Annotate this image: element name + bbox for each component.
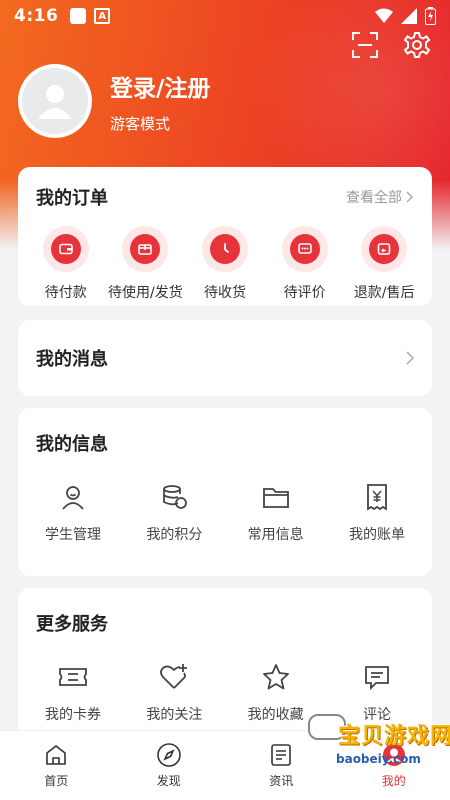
wifi-icon: [375, 8, 393, 23]
battery-icon: [425, 7, 436, 25]
wallet-icon: [58, 243, 73, 255]
tab-label: 资讯: [269, 774, 294, 788]
order-label: 待使用/发货: [108, 285, 183, 301]
grid-label: 我的收藏: [247, 707, 304, 723]
order-label: 待付款: [44, 285, 87, 301]
ticket-icon: [59, 668, 87, 686]
tab-label: 首页: [44, 774, 69, 788]
common-info-item[interactable]: 常用信息: [231, 480, 321, 544]
login-register-link[interactable]: 登录/注册: [110, 69, 210, 103]
return-icon: [377, 243, 391, 255]
home-icon: [46, 744, 67, 765]
folder-icon: [262, 488, 289, 508]
site-watermark: 宝贝游戏网 baobeiy.com: [302, 712, 450, 784]
signal-icon: [401, 8, 417, 24]
grid-label: 常用信息: [247, 527, 304, 543]
review-icon: [365, 666, 389, 691]
chevron-right-icon: [406, 191, 414, 203]
star-icon: [262, 664, 289, 690]
status-time: 4:16: [14, 6, 59, 26]
compass-icon: [156, 743, 181, 767]
grid-label: 我的关注: [146, 707, 203, 723]
grid-label: 我的积分: [146, 527, 203, 543]
notification-icon: [70, 8, 87, 24]
orders-card: 我的订单 查看全部 待付款 待使用/发货 待收货 待评价 退款/售后: [18, 167, 432, 306]
tab-discover[interactable]: 发现: [113, 731, 226, 800]
info-card: 我的信息 学生管理 我的积分 常用信息 我的账单: [18, 408, 432, 576]
order-pending-use[interactable]: 待使用/发货: [106, 226, 186, 302]
student-icon: [62, 486, 84, 510]
grid-label: 我的卡券: [45, 707, 101, 723]
my-bill-item[interactable]: 我的账单: [332, 480, 422, 544]
watermark-text: 宝贝游戏网: [338, 724, 450, 749]
gear-icon: [403, 32, 431, 58]
order-pending-review[interactable]: 待评价: [265, 226, 345, 302]
order-label: 待收货: [203, 285, 246, 301]
view-all-label: 查看全部: [346, 190, 402, 206]
my-points-item[interactable]: 我的积分: [129, 480, 219, 544]
order-refund[interactable]: 退款/售后: [344, 226, 424, 302]
default-avatar-icon: [38, 85, 72, 119]
clock-icon: [224, 243, 229, 253]
app-notification-icon: A: [94, 8, 111, 24]
scan-icon: [352, 32, 378, 58]
news-icon: [271, 744, 292, 766]
chevron-right-icon: [406, 351, 414, 365]
student-management-item[interactable]: 学生管理: [28, 480, 118, 544]
tab-home[interactable]: 首页: [0, 731, 113, 800]
messages-row[interactable]: 我的消息: [18, 320, 432, 396]
messages-title: 我的消息: [36, 349, 108, 370]
grid-label: 学生管理: [45, 527, 101, 543]
box-icon: [138, 244, 153, 255]
heart-plus-icon: [160, 664, 188, 689]
more-services-title: 更多服务: [36, 614, 108, 635]
tab-label: 发现: [156, 774, 181, 788]
watermark-url: baobeiy.com: [336, 752, 421, 766]
order-pending-receipt[interactable]: 待收货: [185, 226, 265, 302]
coins-icon: [163, 485, 188, 509]
avatar[interactable]: [18, 64, 92, 138]
guest-mode-label: 游客模式: [110, 114, 171, 133]
my-coupons-item[interactable]: 我的卡券: [28, 660, 118, 724]
settings-button[interactable]: [402, 30, 432, 60]
profile-section[interactable]: 登录/注册 游客模式: [18, 64, 210, 138]
scan-button[interactable]: [350, 30, 380, 60]
bill-icon: [367, 484, 387, 511]
orders-title: 我的订单: [36, 188, 108, 209]
order-label: 待评价: [283, 285, 326, 301]
my-follows-item[interactable]: 我的关注: [129, 660, 219, 724]
order-label: 退款/售后: [353, 285, 415, 301]
comment-icon: [297, 243, 312, 254]
view-all-orders-link[interactable]: 查看全部: [346, 187, 414, 207]
info-title: 我的信息: [36, 434, 108, 455]
order-pending-payment[interactable]: 待付款: [26, 226, 106, 302]
status-bar: 4:16 A: [0, 0, 450, 32]
grid-label: 我的账单: [348, 527, 405, 543]
